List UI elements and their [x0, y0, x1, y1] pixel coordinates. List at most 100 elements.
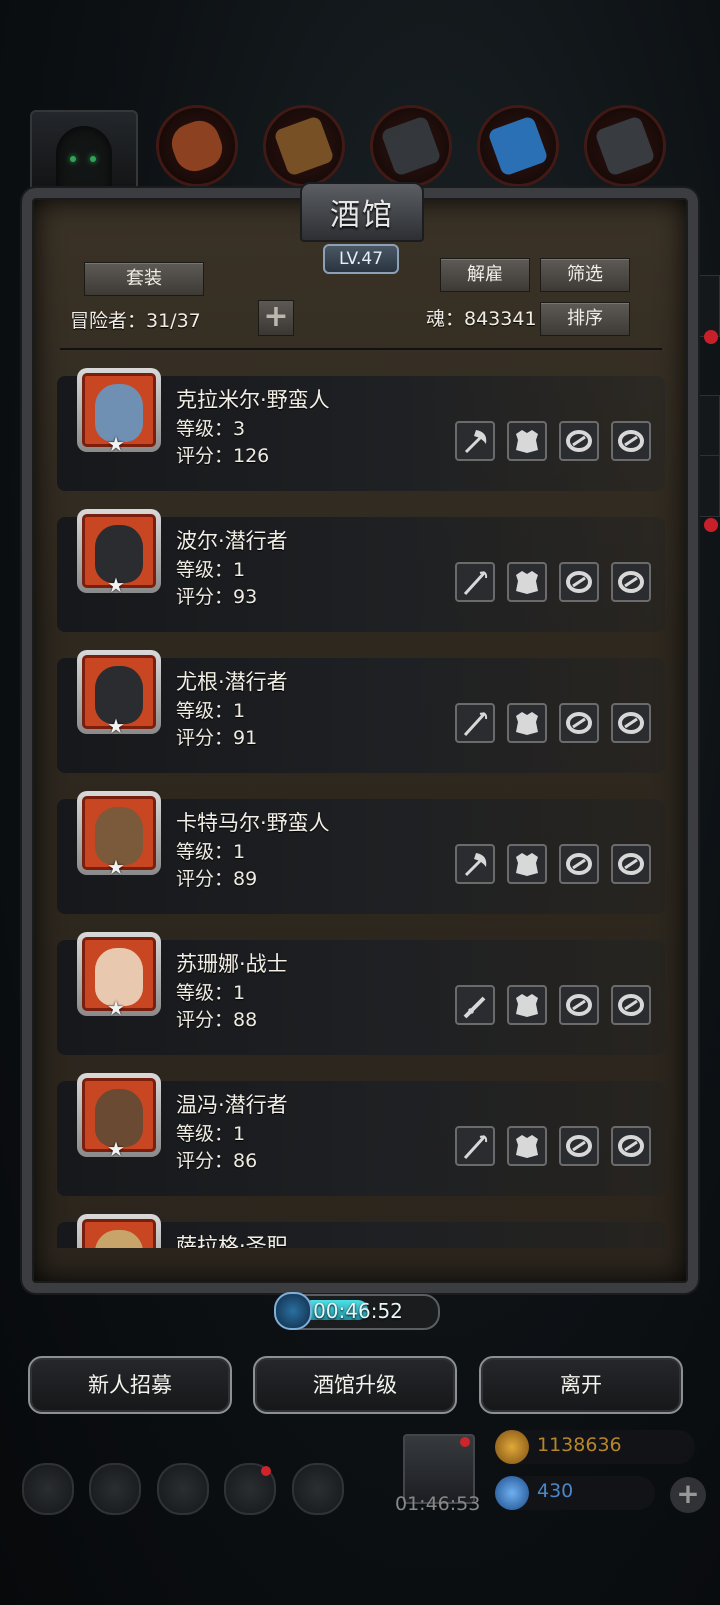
equipment-slot[interactable] — [611, 985, 651, 1025]
gold-display: 1138636 — [495, 1430, 695, 1464]
dismiss-button[interactable]: 解雇 — [440, 258, 530, 292]
hero-level: 等级：1 — [176, 700, 246, 722]
ring-icon — [566, 430, 592, 452]
hero-card[interactable]: ★ 尤根·潜行者 等级：1 评分：91 — [57, 650, 665, 773]
axe-icon — [464, 853, 487, 877]
equipment-slot[interactable] — [559, 985, 599, 1025]
equipment-slot[interactable] — [559, 562, 599, 602]
hero-level: 等级：1 — [176, 841, 246, 863]
tavern-refresh-timer: 00:46:52 — [274, 1292, 440, 1330]
equipment-slot[interactable] — [559, 703, 599, 743]
gem-display: 430 — [495, 1476, 655, 1510]
heroes-icon[interactable] — [89, 1463, 141, 1515]
hero-card[interactable]: ★ 温冯·潜行者 等级：1 评分：86 — [57, 1073, 665, 1196]
hero-portrait[interactable]: ★ — [77, 791, 161, 879]
equipment-slot[interactable] — [455, 985, 495, 1025]
portrait-background — [82, 1219, 156, 1248]
hero-score: 评分：91 — [176, 727, 258, 749]
shield-icon[interactable] — [292, 1463, 344, 1515]
meat-resource-icon[interactable] — [156, 105, 238, 187]
armor-icon — [516, 712, 538, 735]
ring-icon — [566, 712, 592, 734]
equipment-slot[interactable] — [507, 421, 547, 461]
panel-title: 酒馆 — [330, 198, 394, 233]
ring-icon — [566, 571, 592, 593]
hero-portrait[interactable]: ★ — [77, 932, 161, 1020]
armor-icon — [516, 571, 538, 594]
equipment-slot[interactable] — [507, 703, 547, 743]
hero-card[interactable]: ★ 卡特马尔·野蛮人 等级：1 评分：89 — [57, 791, 665, 914]
sword-icon — [463, 996, 486, 1019]
map-icon[interactable] — [157, 1463, 209, 1515]
upgrade-tavern-button[interactable]: 酒馆升级 — [253, 1356, 457, 1414]
equipment-slot[interactable] — [559, 421, 599, 461]
ring-icon — [618, 430, 644, 452]
equipment-slot[interactable] — [611, 562, 651, 602]
recruit-button[interactable]: 新人招募 — [28, 1356, 232, 1414]
tavern-panel: 酒馆 LV.47 套装 解雇 筛选 排序 冒险者：31/37 + 魂：84334… — [22, 182, 698, 1293]
hero-portrait[interactable]: ★ — [77, 1214, 161, 1248]
hero-portrait[interactable]: ★ — [77, 1073, 161, 1161]
anvil-resource-icon[interactable] — [584, 105, 666, 187]
gold-coin-icon — [495, 1430, 529, 1464]
side-notification-dot — [704, 518, 718, 532]
filter-button[interactable]: 筛选 — [540, 258, 630, 292]
equipment-slot[interactable] — [507, 1126, 547, 1166]
hero-name: 萨拉格·圣职 — [176, 1234, 288, 1248]
sort-button[interactable]: 排序 — [540, 302, 630, 336]
star-rank-icon: ★ — [107, 1137, 125, 1161]
hero-face-icon — [95, 1230, 143, 1248]
armor-icon — [516, 994, 538, 1017]
ring-icon — [618, 1135, 644, 1157]
equipment-slot[interactable] — [455, 421, 495, 461]
equipment-slot[interactable] — [559, 1126, 599, 1166]
axe-icon — [464, 430, 487, 454]
equipment-slot[interactable] — [611, 1126, 651, 1166]
tavern-level-badge: LV.47 — [323, 244, 399, 274]
hero-card[interactable]: ★ 苏珊娜·战士 等级：1 评分：88 — [57, 932, 665, 1055]
equipment-slot[interactable] — [507, 562, 547, 602]
wood-resource-icon[interactable] — [263, 105, 345, 187]
hero-score: 评分：93 — [176, 586, 258, 608]
hero-level: 等级：1 — [176, 1123, 246, 1145]
equipment-slot[interactable] — [559, 844, 599, 884]
equipment-slot[interactable] — [455, 1126, 495, 1166]
hero-list[interactable]: ★ 克拉米尔·野蛮人 等级：3 评分：126 ★ 波尔·潜行者 等级：1 评分：… — [57, 348, 667, 1248]
hero-portrait[interactable]: ★ — [77, 650, 161, 738]
iron-resource-icon[interactable] — [370, 105, 452, 187]
hero-card[interactable]: ★ 克拉米尔·野蛮人 等级：3 评分：126 — [57, 368, 665, 491]
hero-level: 等级：3 — [176, 418, 246, 440]
ring-icon — [618, 571, 644, 593]
hero-score: 评分：88 — [176, 1009, 258, 1031]
equipment-slot[interactable] — [611, 703, 651, 743]
settings-icon[interactable] — [22, 1463, 74, 1515]
hero-portrait[interactable]: ★ — [77, 368, 161, 456]
hero-score: 评分：86 — [176, 1150, 258, 1172]
add-currency-button[interactable]: + — [670, 1477, 706, 1513]
dagger-icon — [463, 1134, 488, 1160]
ring-icon — [618, 712, 644, 734]
equipment-slot[interactable] — [455, 703, 495, 743]
equipment-slot[interactable] — [611, 844, 651, 884]
hero-level: 等级：1 — [176, 982, 246, 1004]
hero-portrait[interactable]: ★ — [77, 509, 161, 597]
hero-card[interactable]: ★ 波尔·潜行者 等级：1 评分：93 — [57, 509, 665, 632]
hero-card[interactable]: ★ 萨拉格·圣职 等级：1 — [57, 1214, 665, 1248]
ring-icon — [566, 853, 592, 875]
gift-timer: 01:46:53 — [395, 1493, 481, 1515]
outfit-button[interactable]: 套装 — [84, 262, 204, 296]
equipment-slot[interactable] — [455, 844, 495, 884]
equipment-slot[interactable] — [455, 562, 495, 602]
ring-icon — [618, 853, 644, 875]
equipment-slot[interactable] — [611, 421, 651, 461]
equipment-slot[interactable] — [507, 985, 547, 1025]
expand-slots-button[interactable]: + — [258, 300, 294, 336]
hooded-figure-icon — [56, 126, 112, 196]
dagger-icon — [463, 711, 488, 737]
equipment-slot[interactable] — [507, 844, 547, 884]
gift-notification-dot — [460, 1437, 470, 1447]
armor-icon — [516, 430, 538, 453]
leave-button[interactable]: 离开 — [479, 1356, 683, 1414]
crystal-resource-icon[interactable] — [477, 105, 559, 187]
gem-amount: 430 — [537, 1480, 574, 1502]
